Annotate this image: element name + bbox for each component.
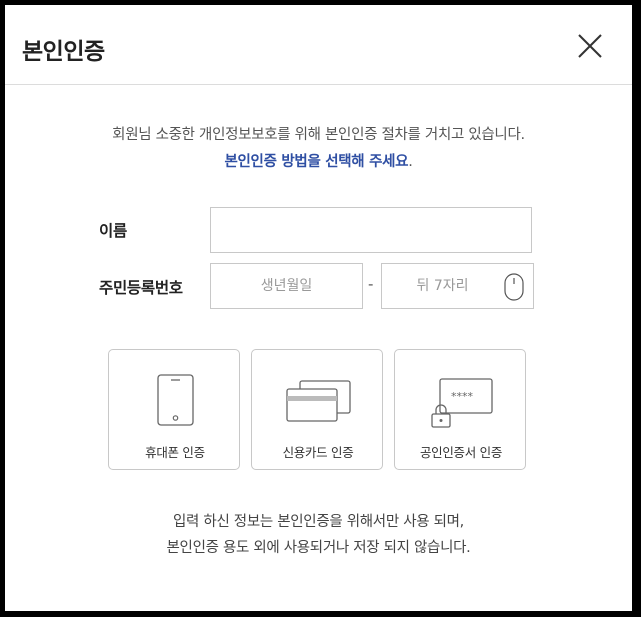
certificate-auth-button[interactable]: **** 공인인증서 인증 bbox=[394, 349, 526, 470]
certificate-auth-label: 공인인증서 인증 bbox=[419, 445, 503, 460]
svg-text:****: **** bbox=[451, 390, 474, 403]
privacy-notice: 입력 하신 정보는 본인인증을 위해서만 사용 되며, 본인인증 용도 외에 사… bbox=[5, 509, 632, 561]
privacy-notice-line-2: 본인인증 용도 외에 사용되거나 저장 되지 않습니다. bbox=[166, 540, 471, 556]
intro-line-1: 회원님 소중한 개인정보보호를 위해 본인인증 절차를 거치고 있습니다. bbox=[112, 127, 525, 143]
mobile-phone-auth-label: 휴대폰 인증 bbox=[145, 445, 205, 460]
intro-highlight: 본인인증 방법을 선택해 주세요 bbox=[224, 154, 409, 170]
rrn-dash: - bbox=[368, 275, 374, 293]
intro-text: 회원님 소중한 개인정보보호를 위해 본인인증 절차를 거치고 있습니다. 본인… bbox=[5, 122, 632, 176]
close-button[interactable] bbox=[575, 31, 605, 61]
birthdate-input[interactable] bbox=[210, 263, 363, 309]
dialog-title: 본인인증 bbox=[22, 39, 105, 65]
mobile-phone-auth-button[interactable]: 휴대폰 인증 bbox=[108, 349, 240, 470]
intro-line-2: 본인인증 방법을 선택해 주세요. bbox=[5, 149, 632, 176]
privacy-notice-line-1: 입력 하신 정보는 본인인증을 위해서만 사용 되며, bbox=[173, 514, 464, 530]
credit-card-auth-button[interactable]: 신용카드 인증 bbox=[251, 349, 383, 470]
credit-card-icon bbox=[252, 372, 384, 428]
name-input[interactable] bbox=[210, 207, 532, 253]
name-label: 이름 bbox=[99, 222, 127, 240]
rrn-label: 주민등록번호 bbox=[99, 279, 183, 297]
certificate-icon: **** bbox=[395, 372, 527, 428]
mouse-icon[interactable] bbox=[504, 273, 524, 301]
intro-suffix: . bbox=[408, 154, 413, 170]
mobile-phone-icon bbox=[109, 372, 241, 428]
dialog-header: 본인인증 bbox=[5, 5, 632, 85]
identity-verification-dialog: 본인인증 회원님 소중한 개인정보보호를 위해 본인인증 절차를 거치고 있습니… bbox=[5, 5, 632, 611]
close-icon bbox=[578, 34, 602, 58]
credit-card-auth-label: 신용카드 인증 bbox=[282, 445, 354, 460]
